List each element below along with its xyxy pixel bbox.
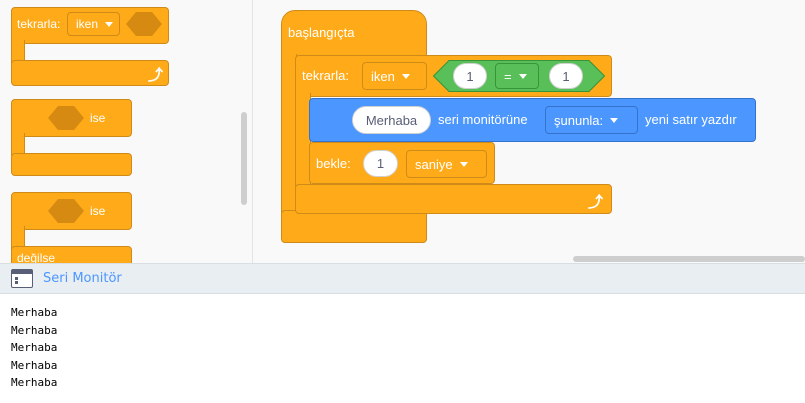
wait-block-label: bekle: xyxy=(316,156,351,171)
loop-arrow-icon: ⤴ xyxy=(148,67,164,84)
serial-monitor-icon xyxy=(11,269,33,288)
palette-condition-slot[interactable] xyxy=(126,12,162,36)
dropdown-arrow-icon xyxy=(459,161,468,167)
serial-print-label: seri monitörüne xyxy=(438,112,528,127)
repeat-block-bottom[interactable] xyxy=(295,184,612,214)
palette-repeat-dropdown-value: iken xyxy=(76,17,99,31)
serial-print-mode-value: şununla: xyxy=(554,112,604,128)
hat-block-bottom[interactable] xyxy=(281,210,427,243)
repeat-mode-dropdown[interactable]: iken xyxy=(362,62,427,90)
dropdown-arrow-icon xyxy=(105,21,114,27)
palette-else-label: değilse xyxy=(17,251,56,263)
palette-if-bottom[interactable] xyxy=(11,153,132,176)
wait-duration-input[interactable]: 1 xyxy=(363,150,398,177)
wait-unit-value: saniye xyxy=(415,156,453,172)
serial-monitor-header: Seri Monitör xyxy=(0,263,805,294)
equals-operator-value: = xyxy=(504,68,512,84)
serial-output-line: Merhaba xyxy=(11,306,58,319)
loop-arrow-icon: ⤴ xyxy=(588,194,604,211)
palette-repeat-dropdown[interactable]: iken xyxy=(67,12,120,36)
palette-if-label: ise xyxy=(90,111,106,125)
block-palette[interactable]: tekrarla: iken ⤴ ise ise değilse xyxy=(0,0,253,263)
repeat-mode-value: iken xyxy=(371,68,395,84)
serial-print-suffix: yeni satır yazdır xyxy=(645,112,737,127)
hat-block-label: başlangıçta xyxy=(288,25,355,40)
serial-monitor-title: Seri Monitör xyxy=(43,271,122,286)
serial-output-line: Merhaba xyxy=(11,358,58,372)
code-workspace[interactable]: başlangıçta tekrarla: iken 1 = 1 ⤴ Merha… xyxy=(253,0,805,263)
dropdown-arrow-icon xyxy=(610,117,619,123)
equals-operator-dropdown[interactable]: = xyxy=(495,63,539,89)
palette-repeat-bottom[interactable] xyxy=(11,60,169,86)
equals-left-input[interactable]: 1 xyxy=(453,63,487,89)
repeat-block-label: tekrarla: xyxy=(302,68,349,83)
serial-print-mode-dropdown[interactable]: şununla: xyxy=(545,106,638,134)
serial-output-line: Merhaba xyxy=(11,376,58,389)
palette-if-else-label: ise xyxy=(90,204,106,218)
wait-unit-dropdown[interactable]: saniye xyxy=(406,150,487,178)
palette-if-condition-slot[interactable] xyxy=(48,106,84,130)
serial-monitor-output: Merhaba Merhaba Merhaba Merhaba Merhaba xyxy=(0,294,805,403)
serial-print-value-input[interactable]: Merhaba xyxy=(352,106,431,134)
palette-if-else-condition-slot[interactable] xyxy=(48,199,84,223)
palette-repeat-label: tekrarla: xyxy=(17,17,61,31)
workspace-scrollbar[interactable] xyxy=(573,256,805,262)
equals-right-input[interactable]: 1 xyxy=(549,63,583,89)
dropdown-arrow-icon xyxy=(401,73,410,79)
serial-output-line: Merhaba xyxy=(11,323,58,337)
dropdown-arrow-icon xyxy=(518,73,527,79)
serial-output-line: Merhaba xyxy=(11,341,58,354)
palette-scrollbar[interactable] xyxy=(241,112,247,205)
